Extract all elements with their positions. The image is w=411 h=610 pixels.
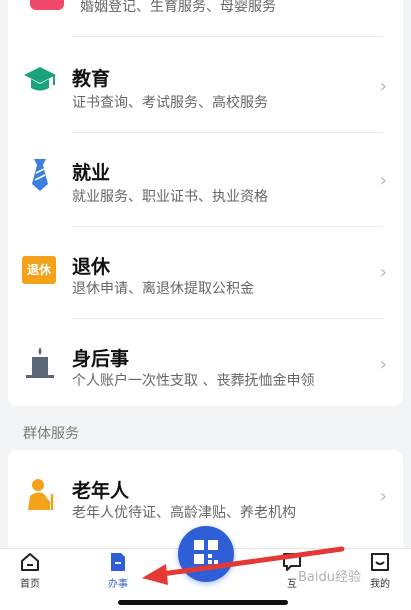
home-indicator: [118, 600, 288, 605]
watermark: Baidu经验: [298, 570, 361, 585]
annotation-arrow: [142, 546, 345, 585]
